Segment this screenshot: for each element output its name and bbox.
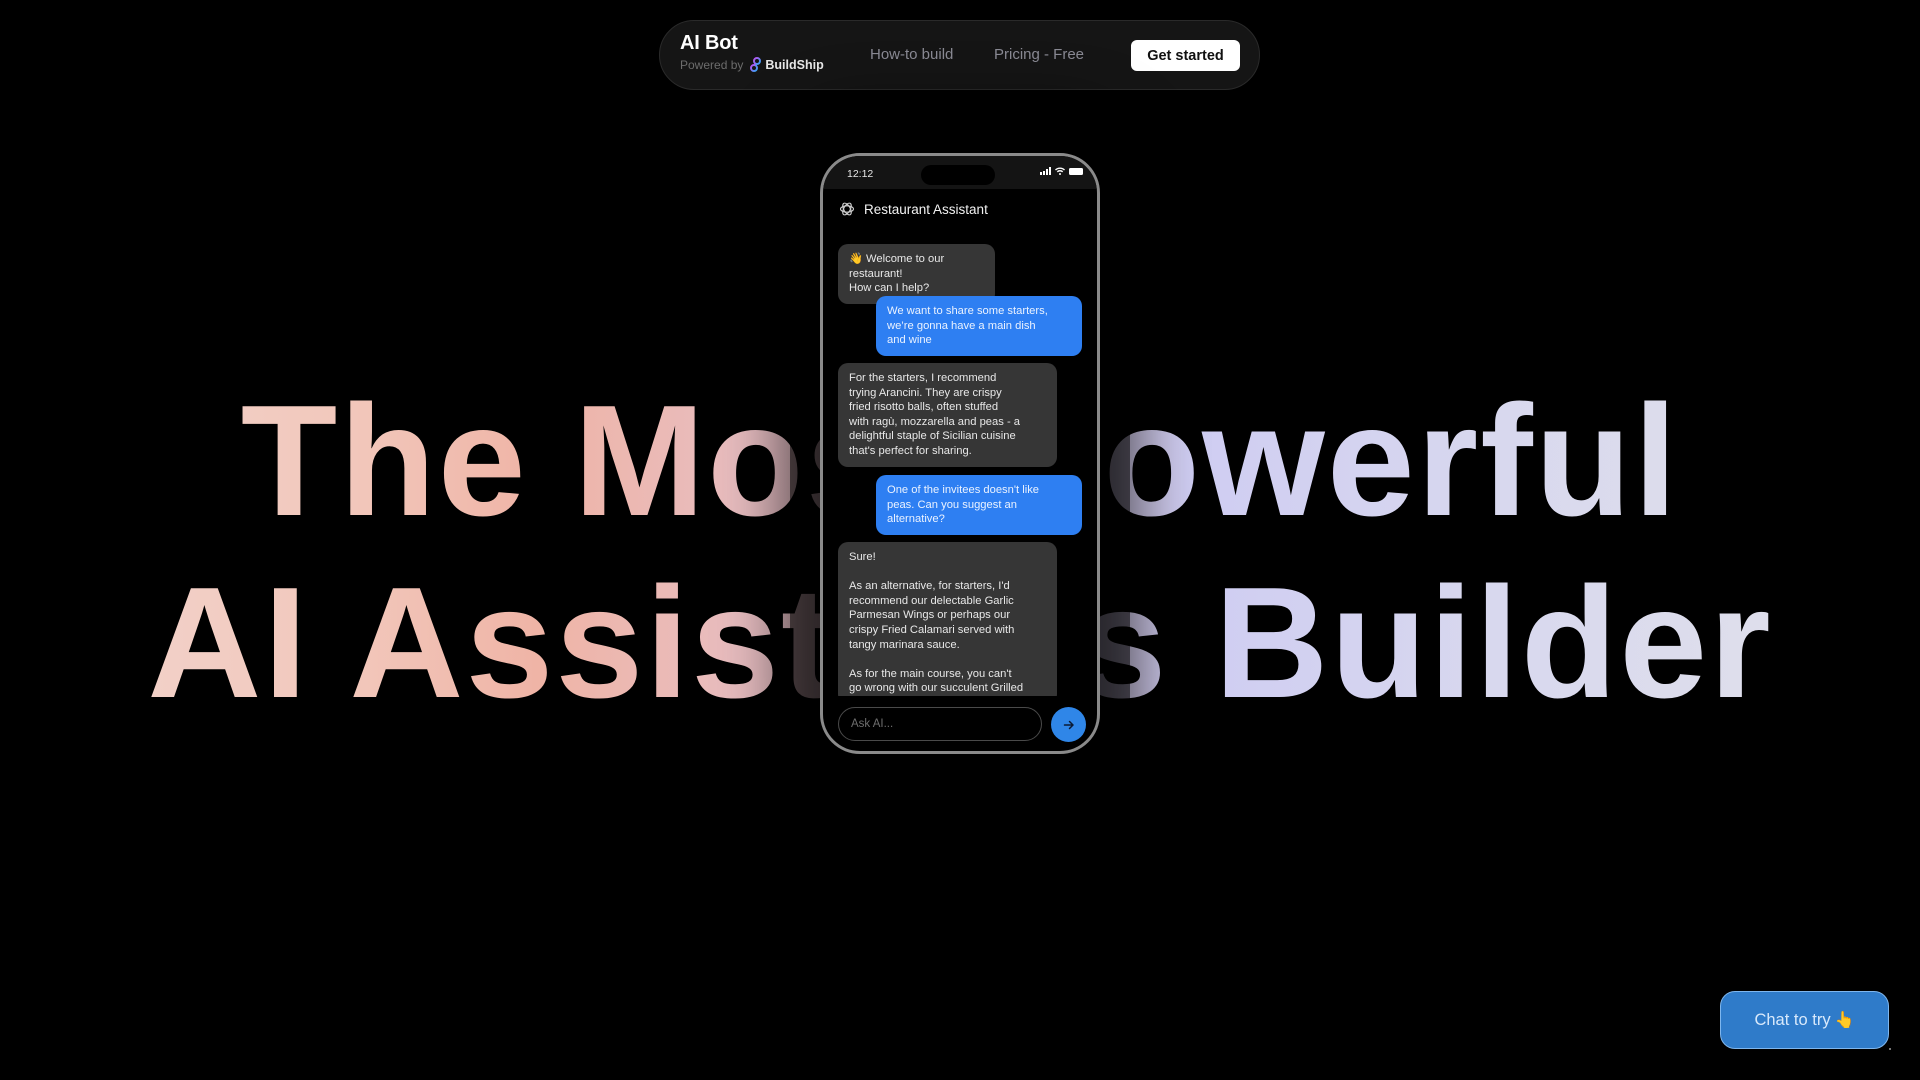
phone-mockup: 12:12 Restaurant Assistant 👋 Welcome to (820, 153, 1100, 754)
nav-link-how-to-build[interactable]: How-to build (870, 46, 953, 64)
decorative-dot (1889, 1048, 1891, 1050)
buildship-name: BuildShip (765, 58, 824, 72)
chat-to-try-button[interactable]: Chat to try 👆 (1720, 991, 1889, 1049)
nav-link-pricing[interactable]: Pricing - Free (994, 46, 1084, 64)
brand[interactable]: AI Bot Powered by BuildShip (680, 32, 824, 73)
chat-header: Restaurant Assistant (839, 201, 988, 217)
message-list[interactable]: 👋 Welcome to our restaurant! How can I h… (838, 244, 1082, 696)
bot-message: Sure! As an alternative, for starters, I… (838, 542, 1057, 696)
top-nav: AI Bot Powered by BuildShip How-to build… (659, 20, 1260, 90)
ask-ai-input[interactable] (838, 707, 1042, 741)
dynamic-island (921, 165, 995, 185)
send-button[interactable] (1051, 707, 1086, 742)
openai-bot-icon (839, 202, 855, 216)
signal-icon (1040, 167, 1051, 175)
bot-message: 👋 Welcome to our restaurant! How can I h… (838, 244, 995, 304)
battery-icon (1069, 167, 1083, 175)
status-bar: 12:12 (823, 156, 1097, 189)
chat-to-try-label: Chat to try (1754, 1010, 1831, 1029)
chat-input-row (838, 707, 1086, 743)
get-started-button[interactable]: Get started (1131, 40, 1240, 71)
pointing-hand-icon: 👆 (1834, 1012, 1855, 1029)
powered-by-label: Powered by (680, 58, 744, 72)
arrow-right-icon (1063, 720, 1074, 729)
buildship-logo-icon (750, 57, 762, 72)
user-message: One of the invitees doesn't like peas. C… (876, 475, 1082, 535)
brand-title: AI Bot (680, 32, 738, 54)
status-icons (1040, 167, 1083, 175)
powered-by: Powered by BuildShip (680, 57, 824, 73)
status-time: 12:12 (847, 168, 874, 180)
bot-message: For the starters, I recommend trying Ara… (838, 363, 1057, 467)
wifi-icon (1055, 167, 1065, 175)
user-message: We want to share some starters, we’re go… (876, 296, 1082, 356)
chat-title: Restaurant Assistant (864, 201, 988, 217)
